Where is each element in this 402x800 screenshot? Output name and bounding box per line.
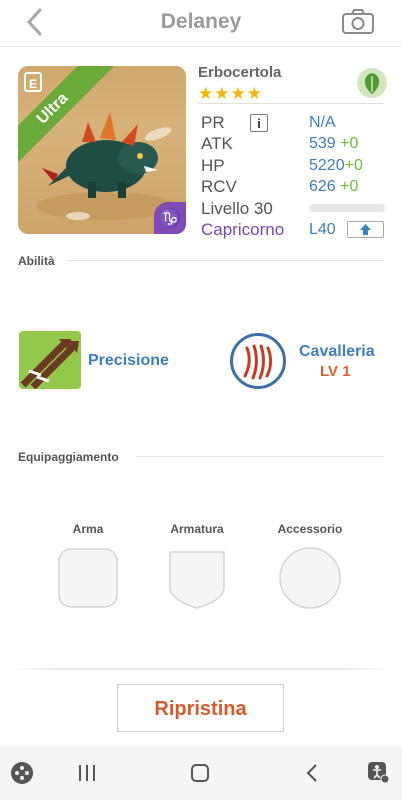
- accessibility-icon: [368, 762, 390, 784]
- class-badge-icon: E: [24, 72, 42, 92]
- claw-marks-icon: [243, 344, 272, 380]
- ability-cavalry-level: LV 1: [320, 363, 351, 380]
- rcv-value: 626: [309, 178, 336, 195]
- atk-row: 539 +0: [309, 135, 358, 153]
- limit-label: L40: [309, 221, 336, 238]
- weapon-slot-icon: [58, 548, 118, 608]
- atk-value: 539: [309, 135, 336, 152]
- home-icon: [191, 764, 209, 782]
- equipment-title: Equipaggiamento: [18, 450, 119, 464]
- atk-label: ATK: [201, 134, 233, 153]
- armor-slot-icon: [169, 551, 225, 609]
- monster-card[interactable]: Ultra E ♑: [18, 66, 186, 234]
- hp-bonus: +0: [344, 157, 363, 174]
- accessory-slot[interactable]: [279, 547, 341, 614]
- back-button[interactable]: [22, 6, 48, 38]
- back-nav-button[interactable]: [303, 763, 323, 788]
- game-launcher-icon: [11, 762, 33, 784]
- info-button[interactable]: i: [250, 114, 268, 132]
- hp-label: HP: [201, 156, 225, 175]
- ability-cavalry-button[interactable]: [230, 333, 286, 389]
- rcv-bonus: +0: [340, 178, 359, 195]
- camera-icon: [342, 9, 374, 34]
- home-button[interactable]: [189, 763, 211, 788]
- atk-bonus: +0: [340, 135, 359, 152]
- chevron-left-icon: [26, 8, 42, 36]
- reset-button[interactable]: Ripristina: [117, 684, 284, 732]
- rcv-label: RCV: [201, 177, 237, 196]
- abilities-divider: [68, 260, 384, 261]
- recent-apps-icon: [79, 765, 95, 781]
- camera-button[interactable]: [341, 8, 375, 36]
- monster-name: Erbocertola: [198, 64, 282, 81]
- footer-divider: [10, 668, 392, 670]
- hp-row: 5220+0: [309, 157, 363, 175]
- capricorn-icon: ♑: [154, 202, 186, 234]
- crossed-swords-icon: [19, 331, 81, 389]
- armor-slot[interactable]: [168, 548, 226, 615]
- star-rating: ★★★★: [198, 84, 263, 103]
- game-launcher-button[interactable]: [10, 761, 34, 790]
- ability-cavalry-label: Cavalleria: [299, 343, 375, 360]
- arrow-up-icon: [360, 224, 371, 235]
- abilities-title: Abilità: [18, 254, 55, 268]
- pr-label: PR: [201, 113, 225, 132]
- level-progress-bar: [309, 204, 385, 212]
- armor-slot-label: Armatura: [170, 522, 224, 536]
- rcv-row: 626 +0: [309, 178, 358, 196]
- weapon-slot-label: Arma: [72, 522, 104, 536]
- leaf-icon: [357, 68, 387, 98]
- recent-apps-button[interactable]: [76, 763, 98, 788]
- equipment-divider: [136, 456, 384, 457]
- level-label: Livello 30: [201, 199, 273, 218]
- stats-divider: [198, 103, 384, 104]
- accessory-slot-icon: [279, 547, 341, 609]
- zodiac-label: Capricorno: [201, 220, 285, 239]
- back-icon: [306, 764, 317, 782]
- ability-precision-button[interactable]: [19, 331, 81, 389]
- info-icon: i: [257, 116, 261, 131]
- hp-value: 5220: [309, 157, 345, 174]
- weapon-slot[interactable]: [58, 548, 118, 613]
- limit-break-button[interactable]: [347, 221, 384, 238]
- pr-value: N/A: [309, 114, 336, 131]
- accessory-slot-label: Accessorio: [277, 522, 343, 536]
- accessibility-button[interactable]: [366, 760, 390, 789]
- ability-precision-label: Precisione: [88, 352, 169, 369]
